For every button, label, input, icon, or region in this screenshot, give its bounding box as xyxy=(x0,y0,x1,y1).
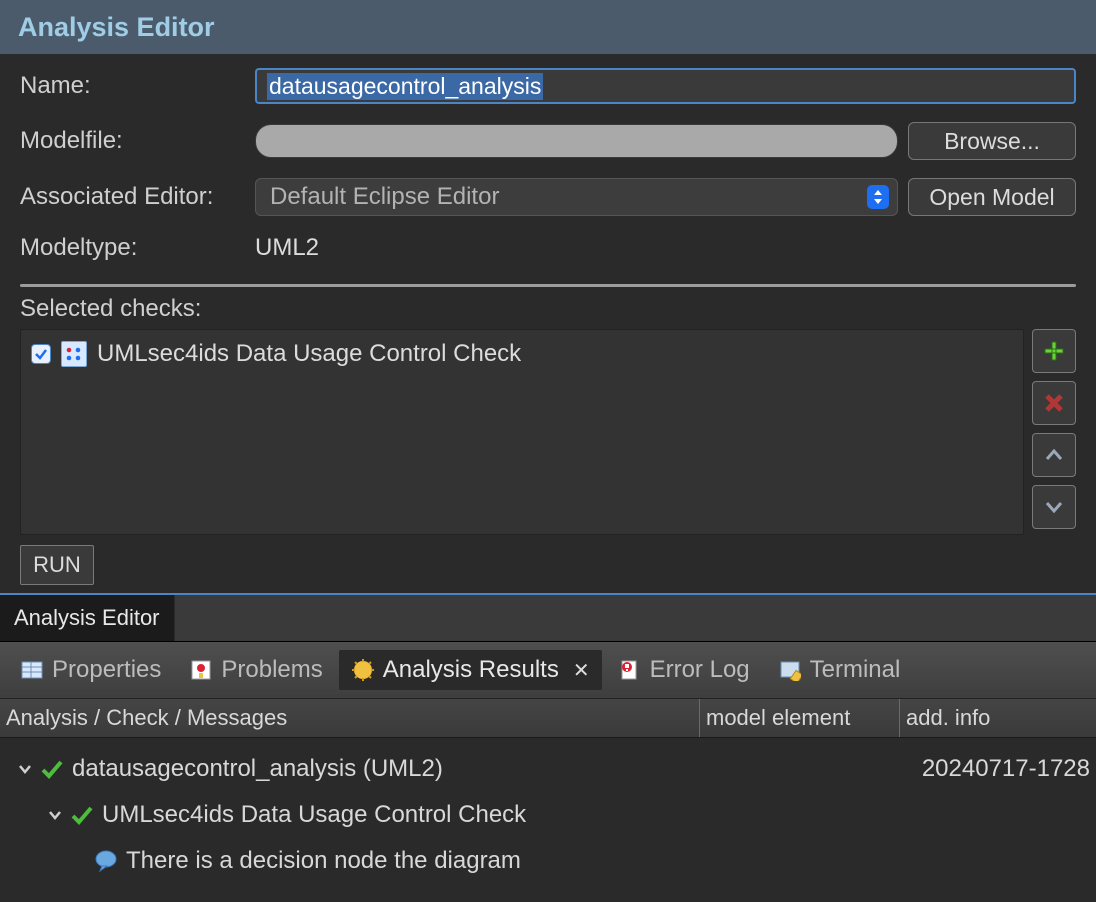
associated-editor-combo[interactable]: Default Eclipse Editor xyxy=(255,178,898,216)
terminal-icon xyxy=(778,658,802,682)
tree-label: datausagecontrol_analysis (UML2) xyxy=(72,755,922,783)
view-tab-properties[interactable]: Properties xyxy=(8,650,173,690)
row-associated-editor: Associated Editor: Default Eclipse Edito… xyxy=(20,178,1076,216)
checks-body: UMLsec4ids Data Usage Control Check xyxy=(0,329,1096,535)
tree-row-check[interactable]: UMLsec4ids Data Usage Control Check xyxy=(4,792,1092,838)
col-messages[interactable]: Analysis / Check / Messages xyxy=(0,699,700,737)
selected-checks-label: Selected checks: xyxy=(0,295,1096,323)
tab-analysis-editor[interactable]: Analysis Editor xyxy=(0,595,175,641)
col-model-element[interactable]: model element xyxy=(700,699,900,737)
problems-icon xyxy=(189,658,213,682)
tree-add-info: 20240717-1728 xyxy=(922,755,1092,783)
app-title: Analysis Editor xyxy=(18,12,215,43)
title-bar: Analysis Editor xyxy=(0,0,1096,54)
combo-arrows-icon xyxy=(867,185,889,209)
twisty-expanded-icon[interactable] xyxy=(14,758,36,780)
check-type-icon xyxy=(61,341,87,367)
modelfile-label: Modelfile: xyxy=(20,127,245,155)
results-table-header: Analysis / Check / Messages model elemen… xyxy=(0,698,1096,738)
name-input[interactable]: datausagecontrol_analysis xyxy=(255,68,1076,104)
view-tab-label: Error Log xyxy=(650,656,750,684)
view-tab-problems[interactable]: Problems xyxy=(177,650,334,690)
open-model-button[interactable]: Open Model xyxy=(908,178,1076,216)
view-tab-error-log[interactable]: Error Log xyxy=(606,650,762,690)
modelfile-input[interactable] xyxy=(255,124,898,158)
view-tab-terminal[interactable]: Terminal xyxy=(766,650,913,690)
analysis-results-icon xyxy=(351,658,375,682)
editor-tabstrip: Analysis Editor xyxy=(0,593,1096,641)
view-tab-label: Problems xyxy=(221,656,322,684)
modeltype-label: Modeltype: xyxy=(20,234,245,262)
associated-editor-label: Associated Editor: xyxy=(20,183,245,211)
views-bar: Properties Problems Analysis Results ✕ E… xyxy=(0,642,1096,698)
check-item[interactable]: UMLsec4ids Data Usage Control Check xyxy=(31,340,1013,368)
tree-row-analysis[interactable]: datausagecontrol_analysis (UML2) 2024071… xyxy=(4,746,1092,792)
checks-side-buttons xyxy=(1032,329,1076,535)
remove-check-button[interactable] xyxy=(1032,381,1076,425)
tree-label: There is a decision node the diagram xyxy=(126,847,1092,875)
move-down-button[interactable] xyxy=(1032,485,1076,529)
view-tab-label: Terminal xyxy=(810,656,901,684)
check-checkbox[interactable] xyxy=(31,344,51,364)
views-bar-wrap: Properties Problems Analysis Results ✕ E… xyxy=(0,641,1096,698)
col-add-info[interactable]: add. info xyxy=(900,699,1096,737)
check-label: UMLsec4ids Data Usage Control Check xyxy=(97,340,521,368)
modeltype-value: UML2 xyxy=(255,234,319,262)
view-tab-label: Properties xyxy=(52,656,161,684)
results-tree[interactable]: datausagecontrol_analysis (UML2) 2024071… xyxy=(0,738,1096,892)
browse-button[interactable]: Browse... xyxy=(908,122,1076,160)
tree-row-message[interactable]: There is a decision node the diagram xyxy=(4,838,1092,884)
info-icon xyxy=(94,850,118,872)
row-modelfile: Modelfile: Browse... xyxy=(20,122,1076,160)
tree-label: UMLsec4ids Data Usage Control Check xyxy=(102,801,1092,829)
checks-list[interactable]: UMLsec4ids Data Usage Control Check xyxy=(20,329,1024,535)
error-log-icon xyxy=(618,658,642,682)
form-area: Name: datausagecontrol_analysis Modelfil… xyxy=(0,54,1096,278)
properties-icon xyxy=(20,658,44,682)
run-button[interactable]: RUN xyxy=(20,545,94,585)
row-name: Name: datausagecontrol_analysis xyxy=(20,68,1076,104)
check-ok-icon xyxy=(70,803,94,827)
check-ok-icon xyxy=(40,757,64,781)
divider xyxy=(20,284,1076,287)
move-up-button[interactable] xyxy=(1032,433,1076,477)
close-icon[interactable]: ✕ xyxy=(573,658,590,683)
name-input-value: datausagecontrol_analysis xyxy=(267,73,543,100)
associated-editor-value: Default Eclipse Editor xyxy=(270,183,499,211)
name-label: Name: xyxy=(20,72,245,100)
view-tab-analysis-results[interactable]: Analysis Results ✕ xyxy=(339,650,602,690)
row-modeltype: Modeltype: UML2 xyxy=(20,234,1076,262)
twisty-expanded-icon[interactable] xyxy=(44,804,66,826)
add-check-button[interactable] xyxy=(1032,329,1076,373)
view-tab-label: Analysis Results xyxy=(383,656,559,684)
